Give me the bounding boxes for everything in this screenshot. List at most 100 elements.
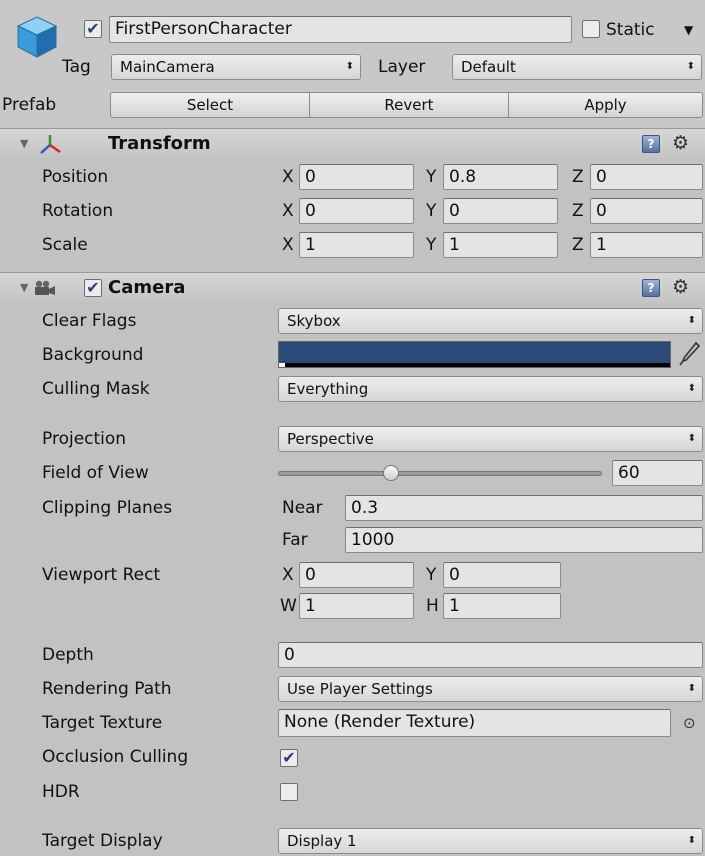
culling-mask-value: Everything [287, 380, 369, 398]
background-color-swatch[interactable] [278, 341, 671, 368]
tag-label: Tag [62, 57, 91, 77]
far-label[interactable]: Far [282, 527, 308, 553]
rotation-y-label[interactable]: Y [426, 198, 436, 224]
layer-label: Layer [378, 57, 426, 77]
rotation-z-label[interactable]: Z [572, 198, 584, 224]
scale-label: Scale [42, 235, 88, 255]
clear-flags-dropdown[interactable]: Skybox ⬍ [278, 308, 703, 334]
viewport-w-label[interactable]: W [280, 593, 297, 619]
scale-y-field[interactable]: 1 [443, 232, 558, 258]
camera-enabled-checkbox[interactable]: ✔ [84, 279, 102, 297]
target-display-dropdown[interactable]: Display 1 ⬍ [278, 828, 703, 854]
viewport-w-field[interactable]: 1 [299, 593, 414, 619]
viewport-rect-label: Viewport Rect [42, 565, 161, 585]
occlusion-culling-label: Occlusion Culling [42, 747, 189, 767]
position-x-label[interactable]: X [282, 164, 294, 190]
gear-icon[interactable]: ⚙ [672, 133, 689, 153]
gameobject-header: ✔ FirstPersonCharacter Static ▼ Tag Main… [0, 0, 705, 128]
clipping-planes-label: Clipping Planes [42, 498, 173, 518]
target-texture-label: Target Texture [42, 713, 163, 733]
rotation-x-label[interactable]: X [282, 198, 294, 224]
updown-arrow-icon: ⬍ [687, 683, 696, 694]
background-label: Background [42, 345, 144, 365]
scale-x-field[interactable]: 1 [299, 232, 414, 258]
object-picker-icon[interactable]: ⊙ [683, 711, 696, 735]
near-label[interactable]: Near [282, 495, 323, 521]
updown-arrow-icon: ⬍ [687, 433, 696, 444]
rotation-z-field[interactable]: 0 [590, 198, 703, 224]
hdr-checkbox[interactable] [280, 783, 298, 801]
scale-z-field[interactable]: 1 [590, 232, 703, 258]
position-y-label[interactable]: Y [426, 164, 436, 190]
rotation-y-field[interactable]: 0 [443, 198, 558, 224]
camera-header[interactable]: ▼ ✔ Camera ? ⚙ [0, 272, 705, 302]
rotation-label: Rotation [42, 201, 114, 221]
position-z-field[interactable]: 0 [590, 164, 703, 190]
camera-icon [35, 280, 55, 295]
viewport-x-label[interactable]: X [282, 562, 294, 588]
culling-mask-label: Culling Mask [42, 379, 150, 399]
gear-icon[interactable]: ⚙ [672, 277, 689, 297]
updown-arrow-icon: ⬍ [687, 835, 696, 846]
hdr-label: HDR [42, 782, 80, 802]
gameobject-name-field[interactable]: FirstPersonCharacter [109, 16, 572, 43]
position-y-field[interactable]: 0.8 [443, 164, 558, 190]
target-display-value: Display 1 [287, 832, 357, 850]
field-of-view-slider-thumb[interactable] [382, 465, 399, 481]
rendering-path-value: Use Player Settings [287, 680, 433, 698]
viewport-h-label[interactable]: H [426, 593, 439, 619]
tag-dropdown[interactable]: MainCamera ⬍ [111, 54, 361, 80]
target-texture-field[interactable]: None (Render Texture) [278, 709, 671, 737]
position-x-field[interactable]: 0 [299, 164, 414, 190]
far-field[interactable]: 1000 [345, 527, 703, 553]
transform-title: Transform [108, 133, 211, 154]
help-book-icon[interactable]: ? [642, 279, 660, 297]
depth-field[interactable]: 0 [278, 642, 703, 668]
projection-value: Perspective [287, 430, 374, 448]
target-display-label: Target Display [42, 831, 163, 851]
projection-label: Projection [42, 429, 127, 449]
updown-arrow-icon: ⬍ [686, 61, 695, 72]
help-book-icon[interactable]: ? [642, 135, 660, 153]
position-z-label[interactable]: Z [572, 164, 584, 190]
prefab-apply-button[interactable]: Apply [508, 92, 703, 118]
cube-icon [16, 16, 58, 58]
eyedropper-icon[interactable] [678, 340, 702, 368]
static-dropdown-arrow-icon[interactable]: ▼ [684, 17, 693, 43]
occlusion-culling-checkbox[interactable]: ✔ [280, 749, 298, 767]
alpha-bar [279, 363, 670, 367]
scale-y-label[interactable]: Y [426, 232, 436, 258]
prefab-select-button[interactable]: Select [110, 92, 310, 118]
field-of-view-slider-track[interactable] [278, 471, 602, 476]
viewport-y-field[interactable]: 0 [443, 562, 561, 588]
scale-x-label[interactable]: X [282, 232, 294, 258]
layer-value: Default [461, 58, 516, 76]
rendering-path-dropdown[interactable]: Use Player Settings ⬍ [278, 676, 703, 702]
layer-dropdown[interactable]: Default ⬍ [452, 54, 702, 80]
foldout-arrow-icon[interactable]: ▼ [20, 129, 28, 159]
viewport-h-field[interactable]: 1 [443, 593, 561, 619]
tag-value: MainCamera [120, 58, 215, 76]
transform-axes-icon [40, 135, 61, 154]
prefab-label: Prefab [2, 95, 57, 115]
prefab-revert-button[interactable]: Revert [309, 92, 509, 118]
position-label: Position [42, 167, 109, 187]
field-of-view-field[interactable]: 60 [612, 460, 703, 486]
active-checkbox[interactable]: ✔ [84, 20, 102, 38]
camera-title: Camera [108, 277, 186, 298]
rotation-x-field[interactable]: 0 [299, 198, 414, 224]
clear-flags-value: Skybox [287, 312, 341, 330]
projection-dropdown[interactable]: Perspective ⬍ [278, 426, 703, 452]
static-checkbox[interactable] [582, 20, 600, 38]
transform-header[interactable]: ▼ Transform ? ⚙ [0, 128, 705, 158]
viewport-x-field[interactable]: 0 [299, 562, 414, 588]
updown-arrow-icon: ⬍ [345, 61, 354, 72]
rendering-path-label: Rendering Path [42, 679, 172, 699]
near-field[interactable]: 0.3 [345, 495, 703, 521]
foldout-arrow-icon[interactable]: ▼ [20, 273, 28, 303]
updown-arrow-icon: ⬍ [687, 383, 696, 394]
scale-z-label[interactable]: Z [572, 232, 584, 258]
alpha-bar-fill [279, 363, 285, 367]
culling-mask-dropdown[interactable]: Everything ⬍ [278, 376, 703, 402]
viewport-y-label[interactable]: Y [426, 562, 436, 588]
